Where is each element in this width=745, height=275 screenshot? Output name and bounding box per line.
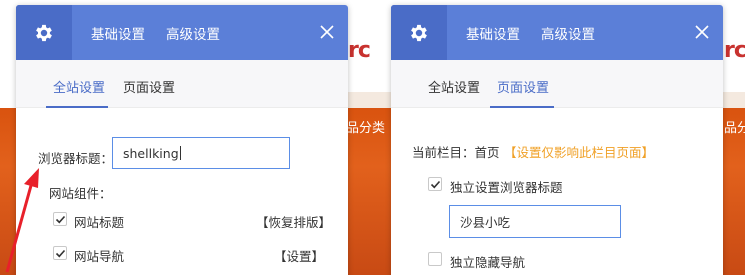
tab-page-settings[interactable]: 页面设置: [497, 77, 549, 96]
hide-nav-label: 独立隐藏导航: [450, 255, 526, 270]
background-category-fragment: 品分类: [724, 121, 745, 136]
tab-basic-settings[interactable]: 基础设置: [466, 23, 520, 43]
checkmark-icon: [430, 180, 441, 189]
restore-layout-link[interactable]: 【恢复排版】: [256, 212, 331, 231]
background-logo-fragment: rc: [348, 38, 371, 63]
screenshot-stage: rc rc 品分类 品分类 基础设置 高级设置 全站设置 页面设置 浏览器标题：…: [0, 0, 745, 275]
sub-tab-bar: 全站设置 页面设置: [16, 60, 348, 108]
independent-title-label: 独立设置浏览器标题: [450, 180, 563, 195]
gear-icon[interactable]: [391, 5, 447, 60]
background-logo-fragment: rc: [724, 38, 745, 63]
site-nav-label: 网站导航: [74, 249, 125, 264]
page-title-value: 沙县小吃: [460, 215, 511, 230]
site-title-label: 网站标题: [74, 215, 125, 230]
active-tab-indicator: [46, 106, 108, 108]
background-band: [722, 92, 745, 108]
sub-tab-bar: 全站设置 页面设置: [391, 60, 723, 108]
site-title-checkbox[interactable]: [53, 212, 67, 226]
close-icon[interactable]: [318, 23, 336, 41]
checkmark-icon: [55, 249, 66, 258]
settings-panel-site: 基础设置 高级设置 全站设置 页面设置 浏览器标题： shellking 网站组…: [16, 5, 348, 275]
gear-icon[interactable]: [16, 5, 72, 60]
nav-settings-link[interactable]: 【设置】: [274, 246, 324, 265]
tab-site-settings[interactable]: 全站设置: [428, 77, 480, 96]
gear-icon-glyph: [36, 24, 52, 41]
browser-title-input[interactable]: shellking: [112, 137, 290, 169]
current-column-label: 当前栏目：首页: [412, 145, 500, 160]
site-nav-checkbox[interactable]: [53, 246, 67, 260]
independent-title-checkbox[interactable]: [428, 177, 442, 191]
hide-nav-checkbox[interactable]: [428, 252, 442, 266]
settings-panel-page: 基础设置 高级设置 全站设置 页面设置 当前栏目：首页 【设置仅影响此栏目页面】…: [391, 5, 723, 275]
text-caret: [179, 146, 181, 160]
close-icon[interactable]: [693, 23, 711, 41]
panel-header: 基础设置 高级设置: [391, 5, 723, 60]
column-scope-note: 【设置仅影响此栏目页面】: [504, 145, 655, 160]
tab-page-settings[interactable]: 页面设置: [123, 77, 175, 96]
browser-title-label: 浏览器标题：: [38, 151, 114, 166]
tab-site-settings[interactable]: 全站设置: [53, 77, 105, 96]
background-band: [346, 92, 394, 108]
tab-advanced-settings[interactable]: 高级设置: [166, 23, 220, 43]
checkmark-icon: [55, 215, 66, 224]
tab-advanced-settings[interactable]: 高级设置: [541, 23, 595, 43]
active-tab-indicator: [490, 106, 554, 108]
panel-header: 基础设置 高级设置: [16, 5, 348, 60]
site-components-label: 网站组件：: [49, 186, 112, 201]
gear-icon-glyph: [411, 24, 427, 41]
background-category-fragment: 品分类: [346, 121, 386, 136]
tab-basic-settings[interactable]: 基础设置: [91, 23, 145, 43]
browser-title-value: shellking: [123, 145, 179, 161]
page-title-input[interactable]: 沙县小吃: [449, 205, 621, 238]
